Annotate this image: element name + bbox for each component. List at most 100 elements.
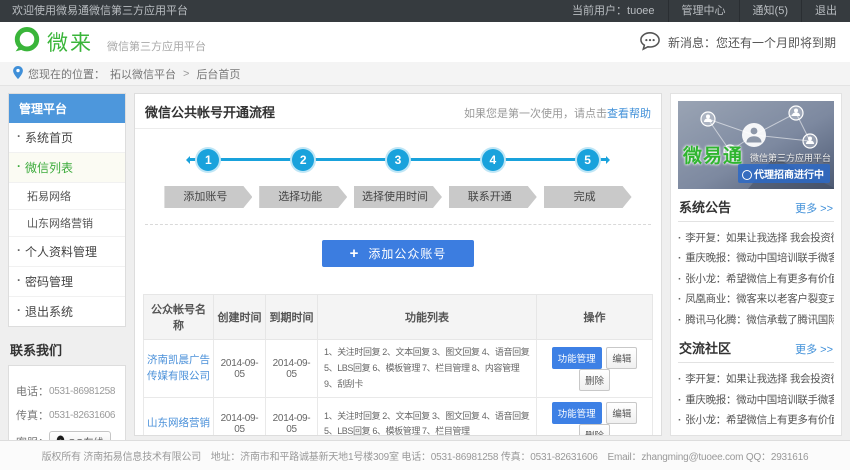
breadcrumb-current: 后台首页 — [196, 66, 240, 82]
step-label-choose-duration: 选择使用时间 — [354, 186, 442, 208]
welcome-text: 欢迎使用微易通微信第三方应用平台 — [12, 0, 188, 22]
menu-title: 管理平台 — [9, 94, 125, 123]
phone-number: 0531-86981258 — [49, 386, 115, 397]
copyright-text: 版权所有 济南拓易信息技术有限公司 地址：济南市和平路诚基新天地1号楼309室 … — [42, 448, 809, 463]
plus-icon: + — [350, 245, 360, 262]
new-message-text: 新消息：您还有一个月即将到期 — [668, 34, 836, 51]
right-sidebar: 微易通 微信第三方应用平台 代理招商进行中 系统公告 更多 >> 李开复：如果让… — [670, 93, 842, 436]
brand-name: 微来 — [47, 27, 93, 57]
logout-link[interactable]: 退出 — [801, 0, 850, 22]
manage-features-button[interactable]: 功能管理 — [552, 402, 602, 424]
sidebar-subitem-tuoyi[interactable]: 拓易网络 — [9, 183, 125, 210]
list-item[interactable]: 张小龙：希望微信上有更多有价值的服务 — [678, 410, 834, 430]
banner-badge: 代理招商进行中 — [738, 164, 830, 183]
community-title: 交流社区 — [679, 338, 731, 357]
step-dot-2: 2 — [292, 149, 314, 171]
help-text: 如果您是第一次使用，请点击 — [464, 108, 607, 120]
brand-subtitle: 微信第三方应用平台 — [107, 38, 206, 54]
edit-button[interactable]: 编辑 — [606, 347, 637, 369]
list-item[interactable]: 李开复：如果让我选择 我会投资微信 — [678, 369, 834, 389]
app-window: 欢迎使用微易通微信第三方应用平台 当前用户：tuoee 管理中心 通知(5) 退… — [0, 0, 850, 470]
contact-phone-row: 电话： 0531-86981258 — [16, 383, 118, 399]
dashed-divider — [145, 224, 651, 225]
feature-list: 1、关注时回复 2、文本回复 3、图文回复 4、语音回复 5、LBS回复 6、模… — [318, 398, 537, 436]
phone-label: 电话： — [16, 383, 49, 399]
breadcrumb-separator: > — [183, 68, 189, 80]
notifications-link[interactable]: 通知(5) — [739, 0, 801, 22]
sidebar-item-home[interactable]: 系统首页 — [9, 123, 125, 153]
feature-list: 1、关注时回复 2、文本回复 3、图文回复 4、语音回复 5、LBS回复 6、模… — [318, 340, 537, 398]
admin-menu: 管理平台 系统首页 微信列表 拓易网络 山东网络营销 个人资料管理 密码管理 退… — [8, 93, 126, 327]
row-actions: 功能管理 编辑 删除 — [537, 340, 653, 398]
left-sidebar: 管理平台 系统首页 微信列表 拓易网络 山东网络营销 个人资料管理 密码管理 退… — [8, 93, 126, 440]
sidebar-item-exit[interactable]: 退出系统 — [9, 297, 125, 326]
promo-banner[interactable]: 微易通 微信第三方应用平台 代理招商进行中 — [678, 101, 834, 189]
admin-center-link[interactable]: 管理中心 — [668, 0, 739, 22]
help-hint: 如果您是第一次使用，请点击查看帮助 — [464, 105, 651, 121]
created-date: 2014-09-05 — [214, 340, 266, 398]
breadcrumb: 您现在的位置： 拓以微信平台 > 后台首页 — [0, 62, 850, 86]
edit-button[interactable]: 编辑 — [606, 402, 637, 424]
content-area: 管理平台 系统首页 微信列表 拓易网络 山东网络营销 个人资料管理 密码管理 退… — [0, 86, 850, 440]
table-header-row: 公众帐号名称 创建时间 到期时间 功能列表 操作 — [144, 295, 653, 340]
top-bar: 欢迎使用微易通微信第三方应用平台 当前用户：tuoee 管理中心 通知(5) 退… — [0, 0, 850, 22]
brand-logo[interactable]: 微来 微信第三方应用平台 — [14, 27, 206, 58]
expire-date: 2014-09-05 — [266, 340, 318, 398]
step-label-add-account: 添加账号 — [164, 186, 252, 208]
sidebar-item-profile[interactable]: 个人资料管理 — [9, 237, 125, 267]
delete-button[interactable]: 删除 — [579, 424, 610, 436]
footer: 版权所有 济南拓易信息技术有限公司 地址：济南市和平路诚基新天地1号楼309室 … — [0, 440, 850, 470]
step-dot-4: 4 — [482, 149, 504, 171]
main-panel: 微信公共帐号开通流程 如果您是第一次使用，请点击查看帮助 1 2 3 4 5 添… — [134, 93, 662, 436]
col-features: 功能列表 — [318, 295, 537, 340]
sidebar-item-password[interactable]: 密码管理 — [9, 267, 125, 297]
community-more-link[interactable]: 更多 >> — [795, 341, 833, 357]
col-expires: 到期时间 — [266, 295, 318, 340]
new-message-notice[interactable]: 新消息：您还有一个月即将到期 — [639, 31, 836, 54]
speech-bubble-logo-icon — [14, 27, 40, 58]
delete-button[interactable]: 删除 — [579, 369, 610, 391]
steps-row: 1 2 3 4 5 — [161, 149, 635, 171]
banner-title: 微易通 — [683, 141, 743, 168]
account-link-jinan[interactable]: 济南凯晨广告传媒有限公司 — [147, 353, 210, 385]
col-account-name: 公众帐号名称 — [144, 295, 214, 340]
chat-bubble-icon — [639, 31, 661, 54]
list-item[interactable]: 重庆晚报：微动中国培训联手微客来助力企 — [678, 390, 834, 410]
announcements-more-link[interactable]: 更多 >> — [795, 200, 833, 216]
step-label-done: 完成 — [544, 186, 632, 208]
step-dot-1: 1 — [197, 149, 219, 171]
list-item[interactable]: 凤凰商业：微客来以老客户裂变式口碑传播 — [678, 289, 834, 309]
step-label-contact-activate: 联系开通 — [449, 186, 537, 208]
announcements-title: 系统公告 — [679, 197, 731, 216]
announcements-header: 系统公告 更多 >> — [679, 197, 833, 216]
list-item[interactable]: 李开复：如果让我选择 我会投资微信 — [678, 228, 834, 248]
account-link-shandong[interactable]: 山东网络营销 — [147, 416, 210, 432]
row-actions: 功能管理 编辑 删除 — [537, 398, 653, 436]
panel-title: 微信公共帐号开通流程 — [145, 102, 275, 121]
sidebar-subitem-shandong[interactable]: 山东网络营销 — [9, 210, 125, 237]
list-item[interactable]: 腾讯马化腾：微信承载了腾讯国际化的机会 — [678, 310, 834, 330]
expire-date: 2014-09-05 — [266, 398, 318, 436]
banner-subtitle: 微信第三方应用平台 — [750, 151, 831, 164]
manage-features-button[interactable]: 功能管理 — [552, 347, 602, 369]
step-dot-3: 3 — [387, 149, 409, 171]
panel-header: 微信公共帐号开通流程 如果您是第一次使用，请点击查看帮助 — [135, 94, 661, 129]
fax-label: 传真： — [16, 407, 49, 423]
add-button-label: 添加公众账号 — [368, 245, 446, 262]
accounts-table: 公众帐号名称 创建时间 到期时间 功能列表 操作 济南凯晨广告传媒有限公司 20… — [143, 294, 653, 436]
announcements-list: 李开复：如果让我选择 我会投资微信 重庆晚报：微动中国培训联手微客来助力企 张小… — [678, 221, 834, 330]
top-bar-menu: 当前用户：tuoee 管理中心 通知(5) 退出 — [559, 0, 850, 22]
list-item[interactable]: 重庆晚报：微动中国培训联手微客来助力企 — [678, 248, 834, 268]
current-user-label: 当前用户：tuoee — [559, 0, 668, 22]
help-link[interactable]: 查看帮助 — [607, 108, 651, 120]
col-created: 创建时间 — [214, 295, 266, 340]
sidebar-item-wechat-list[interactable]: 微信列表 — [9, 153, 125, 183]
list-item[interactable]: 张小龙：希望微信上有更多有价值的服务 — [678, 269, 834, 289]
breadcrumb-platform-link[interactable]: 拓以微信平台 — [110, 66, 176, 82]
step-label-choose-features: 选择功能 — [259, 186, 347, 208]
add-public-account-button[interactable]: + 添加公众账号 — [322, 240, 474, 267]
location-pin-icon — [13, 66, 23, 82]
col-actions: 操作 — [537, 295, 653, 340]
list-item[interactable]: 凤凰商业：微客来以老客户裂变式口碑传播 — [678, 431, 834, 436]
header: 微来 微信第三方应用平台 新消息：您还有一个月即将到期 — [0, 22, 850, 62]
